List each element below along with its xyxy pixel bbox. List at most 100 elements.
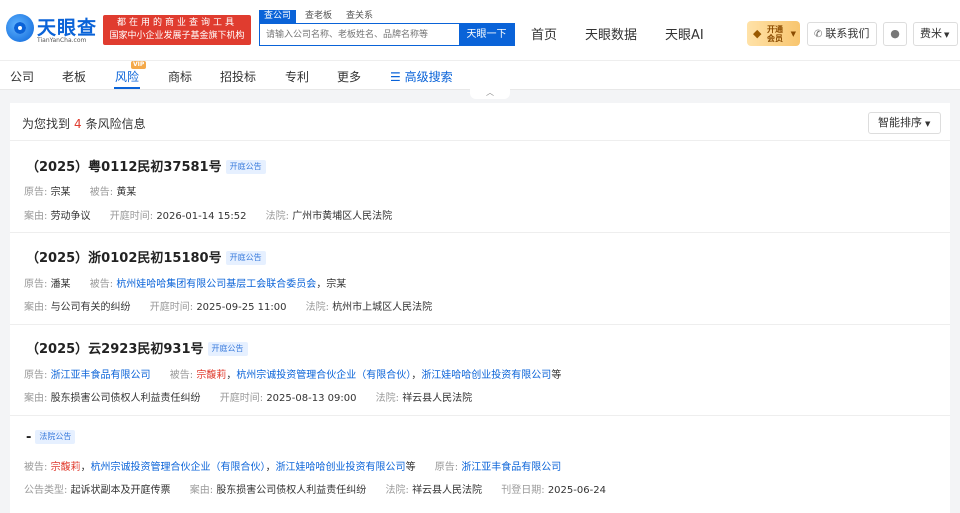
case-number[interactable]: （2025）粤0112民初37581号: [26, 160, 222, 175]
nav-data[interactable]: 天眼数据: [585, 24, 637, 43]
case-type-tag: 开庭公告: [207, 342, 248, 356]
top-header: 天眼查 TianYanCha.com 都在用的商业查询工具 国家中小企业发展子基…: [0, 0, 960, 60]
search-tab-company[interactable]: 查公司: [259, 10, 297, 23]
cause-value: 股东损害公司债权人利益责任纠纷: [216, 485, 367, 496]
case-number[interactable]: -: [26, 430, 31, 445]
case-details: 案由: 劳动争议 开庭时间: 2026-01-14 15:52 法院: 广州市黄…: [24, 207, 392, 222]
plaintiff-value: 潘某: [50, 279, 71, 290]
plaintiff-company-link[interactable]: 浙江亚丰食品有限公司: [51, 370, 151, 381]
plaintiff-company-link[interactable]: 浙江亚丰食品有限公司: [461, 462, 561, 473]
search-type-tabs: 查公司 查老板 查关系: [259, 10, 382, 23]
tab-trademark[interactable]: 商标: [168, 68, 192, 85]
court-value: 杭州市上城区人民法院: [332, 302, 433, 313]
eye-logo-icon: [6, 14, 34, 42]
separator-comma: ，: [265, 462, 276, 473]
collapse-toggle[interactable]: ︿: [470, 89, 510, 99]
case-title[interactable]: （2025）粤0112民初37581号 开庭公告: [26, 156, 266, 175]
search-input-wrapper: 天眼一下: [259, 23, 515, 46]
contact-us-button[interactable]: ✆ 联系我们: [807, 22, 877, 46]
nav-home[interactable]: 首页: [531, 24, 557, 43]
hearing-time-label: 开庭时间:: [149, 302, 194, 313]
case-number[interactable]: （2025）浙0102民初15180号: [26, 251, 222, 266]
case-title[interactable]: - 法院公告: [26, 430, 76, 445]
cause-label: 案由:: [24, 393, 48, 404]
defendant-label: 被告:: [24, 462, 48, 473]
court-value: 祥云县人民法院: [402, 393, 473, 404]
search-tab-boss[interactable]: 查老板: [300, 10, 337, 23]
case-title[interactable]: （2025）浙0102民初15180号 开庭公告: [26, 247, 266, 266]
court-label: 法院:: [375, 393, 399, 404]
plaintiff-label: 原告:: [24, 187, 48, 198]
notice-type-value: 起诉状副本及开庭传票: [70, 485, 171, 496]
result-count-number: 4: [74, 117, 82, 131]
tab-boss[interactable]: 老板: [62, 68, 86, 85]
risk-item[interactable]: （2025）云2923民初931号 开庭公告 原告: 浙江亚丰食品有限公司 被告:…: [10, 325, 950, 416]
defendant-company-link[interactable]: 浙江娃哈哈创业投资有限公司: [276, 462, 406, 473]
court-value: 广州市黄埔区人民法院: [292, 211, 393, 222]
tianyancha-logo[interactable]: 天眼查 TianYanCha.com: [6, 12, 100, 46]
case-type-tag: 开庭公告: [225, 251, 266, 265]
logo-text: 天眼查: [37, 17, 98, 39]
notification-button[interactable]: ●: [883, 22, 907, 46]
vip-badge: VIP: [131, 61, 147, 69]
chevron-down-icon: ▼: [925, 120, 931, 128]
separator-comma: ，: [226, 370, 237, 381]
search-button[interactable]: 天眼一下: [459, 24, 514, 45]
user-menu-button[interactable]: 费米 ▼: [913, 22, 958, 46]
defendant-person-link[interactable]: 宗馥莉: [51, 462, 81, 473]
plaintiff-label: 原告:: [24, 279, 48, 290]
risk-item[interactable]: - 法院公告 被告: 宗馥莉，杭州宗诚投资管理合伙企业（有限合伙），浙江娃哈哈创业…: [10, 416, 950, 508]
result-count-suffix: 条风险信息: [85, 117, 146, 131]
advanced-search-label: 高级搜索: [404, 70, 453, 84]
defendant-label: 被告:: [89, 187, 114, 198]
defendant-etc: 等: [405, 462, 416, 473]
publish-date-value: 2025-06-24: [547, 485, 606, 496]
sort-dropdown[interactable]: 智能排序 ▼: [868, 112, 941, 134]
slogan-line1: 都在用的商业查询工具: [116, 18, 237, 28]
search-tab-relation[interactable]: 查关系: [341, 10, 378, 23]
hearing-time-value: 2025-08-13 09:00: [266, 393, 357, 404]
contact-label: 联系我们: [825, 27, 870, 40]
defendant-company-link[interactable]: 浙江娃哈哈创业投资有限公司: [421, 370, 551, 381]
case-details: 案由: 与公司有关的纠纷 开庭时间: 2025-09-25 11:00 法院: …: [24, 298, 432, 313]
diamond-icon: ◆: [753, 27, 762, 40]
plaintiff-label: 原告:: [24, 370, 48, 381]
chevron-down-icon: ▼: [790, 30, 796, 38]
cause-label: 案由:: [24, 211, 48, 222]
court-label: 法院:: [385, 485, 409, 496]
category-tabs: 公司 老板 风险 VIP 商标 招投标 专利 更多 ☰ 高级搜索: [0, 60, 960, 90]
case-type-tag: 开庭公告: [225, 160, 266, 174]
cause-value: 劳动争议: [50, 211, 91, 222]
defendant-company-link[interactable]: 杭州娃哈哈集团有限公司基层工会联合委员会: [116, 279, 316, 290]
separator-comma: ，: [411, 370, 422, 381]
open-vip-button[interactable]: ◆ 开通 会员 ▼: [747, 21, 800, 46]
defendant-company-link[interactable]: 杭州宗诚投资管理合伙企业（有限合伙）: [236, 370, 411, 381]
defendant-person-link[interactable]: 宗馥莉: [196, 370, 226, 381]
tab-bidding[interactable]: 招投标: [220, 68, 256, 85]
case-title[interactable]: （2025）云2923民初931号 开庭公告: [26, 338, 248, 357]
advanced-search-link[interactable]: ☰ 高级搜索: [390, 68, 453, 85]
case-details: 公告类型: 起诉状副本及开庭传票 案由: 股东损害公司债权人利益责任纠纷 法院:…: [24, 481, 606, 496]
search-input[interactable]: [260, 24, 458, 45]
tab-patent[interactable]: 专利: [285, 68, 309, 85]
cause-label: 案由:: [24, 302, 48, 313]
case-parties: 原告: 浙江亚丰食品有限公司 被告: 宗馥莉，杭州宗诚投资管理合伙企业（有限合伙…: [24, 366, 561, 381]
tab-risk[interactable]: 风险: [115, 68, 139, 85]
case-parties: 原告: 潘某 被告: 杭州娃哈哈集团有限公司基层工会联合委员会，宗某: [24, 275, 346, 290]
user-name: 费米: [920, 27, 942, 40]
plaintiff-label: 原告:: [434, 462, 459, 473]
risk-item[interactable]: （2025）浙0102民初15180号 开庭公告 原告: 潘某 被告: 杭州娃哈哈…: [10, 233, 950, 325]
tab-more[interactable]: 更多: [337, 68, 361, 85]
defendant-company-link[interactable]: 杭州宗诚投资管理合伙企业（有限合伙）: [91, 462, 266, 473]
cause-label: 案由:: [189, 485, 214, 496]
slogan-banner[interactable]: 都在用的商业查询工具 国家中小企业发展子基金旗下机构: [103, 15, 251, 45]
defendant-etc: 等: [551, 370, 562, 381]
hearing-time-value: 2025-09-25 11:00: [196, 302, 287, 313]
nav-ai[interactable]: 天眼AI: [665, 24, 704, 43]
sort-label: 智能排序: [878, 116, 922, 129]
tab-company[interactable]: 公司: [10, 68, 34, 85]
case-number[interactable]: （2025）云2923民初931号: [26, 342, 204, 357]
case-type-tag: 法院公告: [35, 430, 76, 444]
slogan-line2: 国家中小企业发展子基金旗下机构: [109, 31, 245, 41]
risk-item[interactable]: （2025）粤0112民初37581号 开庭公告 原告: 宗某 被告: 黄某 案由…: [10, 141, 950, 233]
